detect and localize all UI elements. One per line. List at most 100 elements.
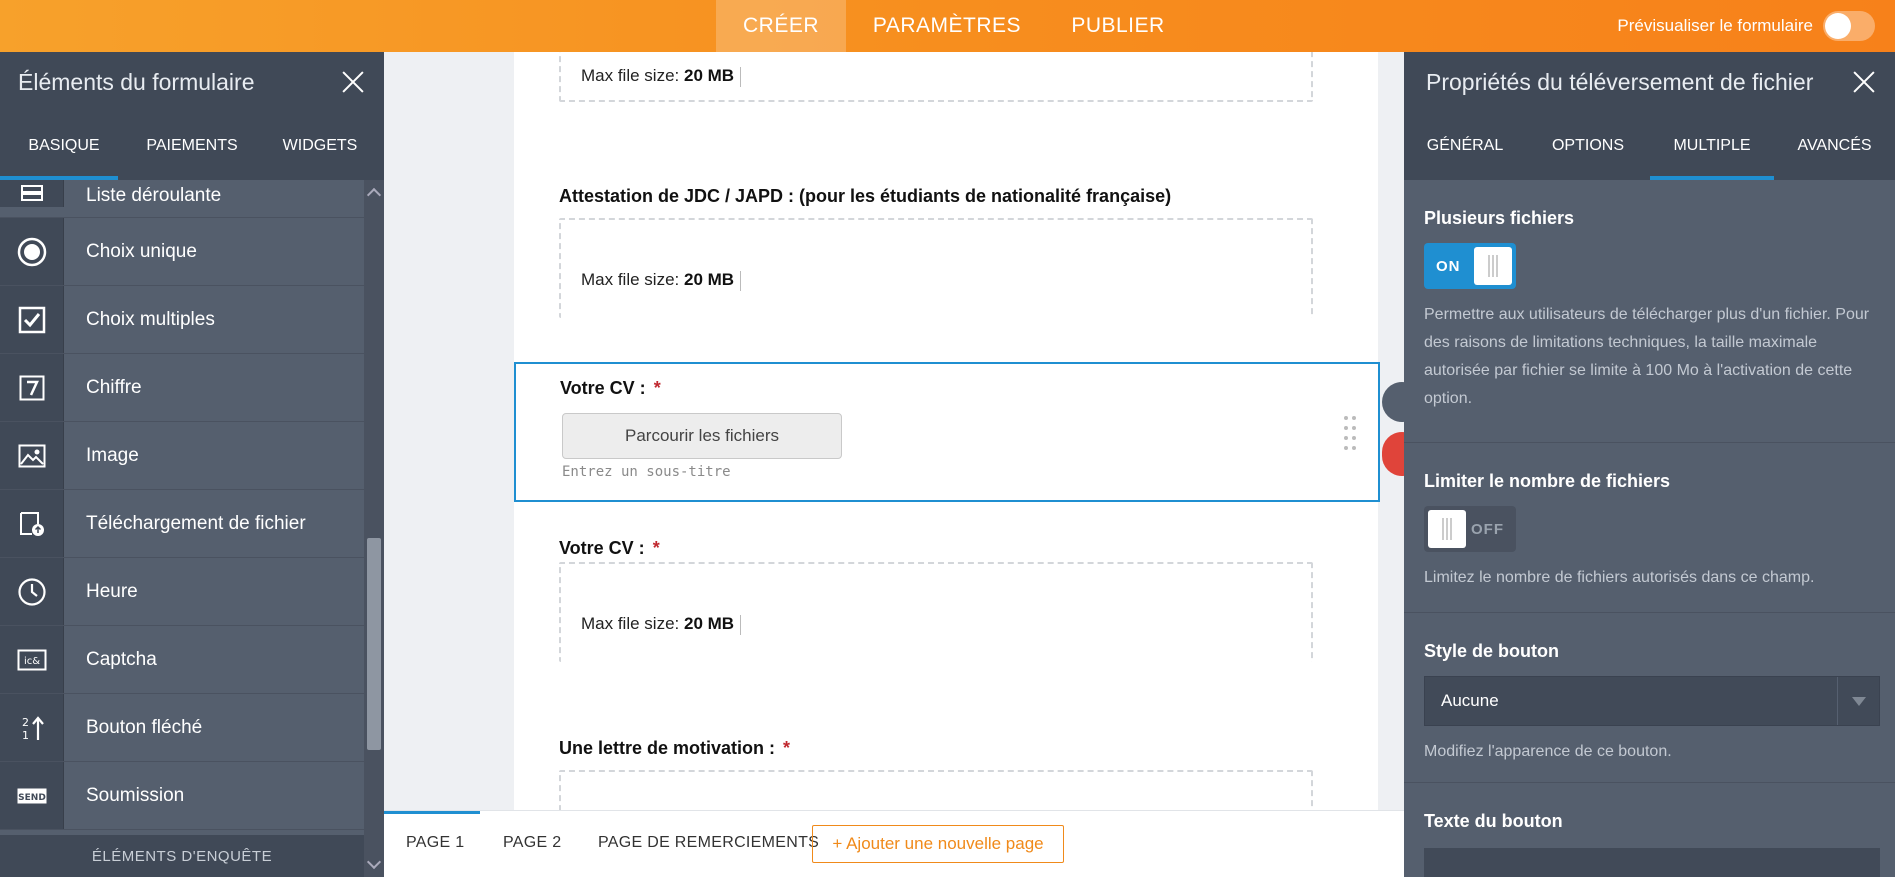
page-tab-1[interactable]: PAGE 1 [406,811,464,875]
form-canvas: Max file size: 20 MB Attestation de JDC … [384,52,1404,810]
tab-publier[interactable]: PUBLIER [1048,0,1188,52]
drag-handle-icon[interactable] [1344,416,1358,450]
tab-paiements[interactable]: PAIEMENTS [128,112,256,180]
right-panel-title: Propriétés du téléversement de fichier [1426,68,1814,95]
upload-dropzone[interactable]: Max file size: 20 MB [559,52,1313,102]
clock-icon [0,558,64,625]
page-tab-thanks[interactable]: PAGE DE REMERCIEMENTS [598,811,819,875]
captcha-icon: ic& [0,626,64,693]
section-description: Permettre aux utilisateurs de télécharge… [1424,306,1870,407]
tab-widgets[interactable]: WIDGETS [256,112,384,180]
right-panel-header: Propriétés du téléversement de fichier [1404,52,1895,112]
preview-form: Prévisualiser le formulaire [1617,0,1875,52]
dropdown-list-icon [0,180,64,207]
section-description: Modifiez l'apparence de ce bouton. [1424,743,1672,760]
delete-icon[interactable] [1382,432,1404,476]
file-upload-icon [0,490,64,557]
right-panel-tabs: GÉNÉRAL OPTIONS MULTIPLE AVANCÉS [1404,112,1895,180]
top-bar: CRÉER PARAMÈTRES PUBLIER Prévisualiser l… [0,0,1895,52]
section-title: Style de bouton [1424,641,1559,661]
element-label: Chiffre [86,376,142,398]
element-item-dropdown[interactable]: Liste déroulante [0,180,364,218]
left-panel-scrollbar[interactable] [364,180,384,877]
element-label: Choix unique [86,240,197,262]
left-panel-header: Éléments du formulaire [0,52,384,112]
element-item-time[interactable]: Heure [0,558,364,626]
max-file-size: Max file size: 20 MB [581,66,742,87]
radio-icon [0,218,64,285]
tab-general[interactable]: GÉNÉRAL [1404,112,1526,180]
page-tab-2[interactable]: PAGE 2 [503,811,561,875]
tab-multiple[interactable]: MULTIPLE [1650,112,1774,180]
section-title: Limiter le nombre de fichiers [1424,471,1671,491]
element-label: Heure [86,580,138,602]
limit-files-toggle[interactable]: OFF [1424,506,1516,552]
tab-creer[interactable]: CRÉER [716,0,846,52]
selected-field[interactable]: Votre CV : * Parcourir les fichiers Entre… [514,362,1380,502]
element-label: Image [86,444,139,466]
element-item-single-choice[interactable]: Choix unique [0,218,364,286]
svg-text:2: 2 [22,716,29,729]
send-icon: SEND [0,762,64,829]
svg-text:1: 1 [22,729,29,742]
add-page-button[interactable]: + Ajouter une nouvelle page [812,825,1064,863]
button-text-input[interactable] [1424,848,1880,877]
scroll-up-icon[interactable] [366,187,382,203]
arrow-button-icon: 21 [0,694,64,761]
tab-basique[interactable]: BASIQUE [0,112,128,180]
gear-icon[interactable] [1382,382,1404,422]
element-item-captcha[interactable]: ic& Captcha [0,626,364,694]
element-item-number[interactable]: Chiffre [0,354,364,422]
preview-toggle[interactable] [1823,11,1875,41]
close-icon[interactable] [1851,69,1877,95]
browse-files-button[interactable]: Parcourir les fichiers [562,413,842,459]
scrollbar-thumb[interactable] [367,538,381,750]
max-file-size: Max file size: 20 MB [581,614,742,635]
element-label: Téléchargement de fichier [86,512,306,534]
left-panel-title: Éléments du formulaire [18,68,255,95]
element-label: Liste déroulante [86,185,222,206]
element-item-submit[interactable]: SEND Soumission [0,762,364,830]
limit-files-section: Limiter le nombre de fichiers OFF Limite… [1404,443,1895,613]
chevron-down-icon[interactable] [1837,677,1879,725]
scroll-down-icon[interactable] [366,854,382,870]
survey-elements-button[interactable]: ÉLÉMENTS D'ENQUÊTE [0,835,364,877]
button-style-section: Style de bouton Aucune Modifiez l'appare… [1404,613,1895,783]
page-tabs-bar: PAGE 1 PAGE 2 PAGE DE REMERCIEMENTS + Aj… [384,810,1404,877]
close-icon[interactable] [340,69,366,95]
question-label: Votre CV : * [559,538,660,558]
checkbox-icon [0,286,64,353]
form-elements-panel: Éléments du formulaire BASIQUE PAIEMENTS… [0,52,384,877]
left-panel-tabs: BASIQUE PAIEMENTS WIDGETS [0,112,384,180]
element-item-file-upload[interactable]: Téléchargement de fichier [0,490,364,558]
element-label: Captcha [86,648,157,670]
tab-options[interactable]: OPTIONS [1526,112,1650,180]
upload-dropzone[interactable]: Max file size: 20 MB [559,218,1313,318]
multiple-files-toggle[interactable]: ON [1424,243,1516,289]
section-description: Limitez le nombre de fichiers autorisés … [1424,569,1815,586]
image-icon [0,422,64,489]
svg-text:ic&: ic& [23,656,39,667]
element-label: Choix multiples [86,308,215,330]
section-title: Plusieurs fichiers [1424,208,1575,228]
question-label: Votre CV : * [560,378,661,398]
properties-panel: Propriétés du téléversement de fichier G… [1404,52,1895,877]
button-style-select[interactable]: Aucune [1424,676,1880,726]
question-label: Une lettre de motivation : * [559,738,791,758]
svg-text:SEND: SEND [18,793,46,803]
element-label: Soumission [86,784,185,806]
upload-dropzone[interactable] [559,770,1313,810]
element-item-image[interactable]: Image [0,422,364,490]
preview-label: Prévisualiser le formulaire [1617,16,1813,35]
element-list: Liste déroulante Choix unique Choix mult… [0,180,364,835]
tab-avances[interactable]: AVANCÉS [1774,112,1895,180]
subtitle-placeholder[interactable]: Entrez un sous-titre [562,464,731,480]
main-nav: CRÉER PARAMÈTRES PUBLIER [716,0,1188,52]
element-item-arrow-button[interactable]: 21 Bouton fléché [0,694,364,762]
question-label: Attestation de JDC / JAPD : (pour les ét… [559,186,1172,206]
upload-dropzone[interactable]: Max file size: 20 MB [559,562,1313,662]
element-item-multiple-choice[interactable]: Choix multiples [0,286,364,354]
button-text-section: Texte du bouton [1404,783,1895,877]
section-title: Texte du bouton [1424,811,1563,831]
tab-parametres[interactable]: PARAMÈTRES [846,0,1048,52]
